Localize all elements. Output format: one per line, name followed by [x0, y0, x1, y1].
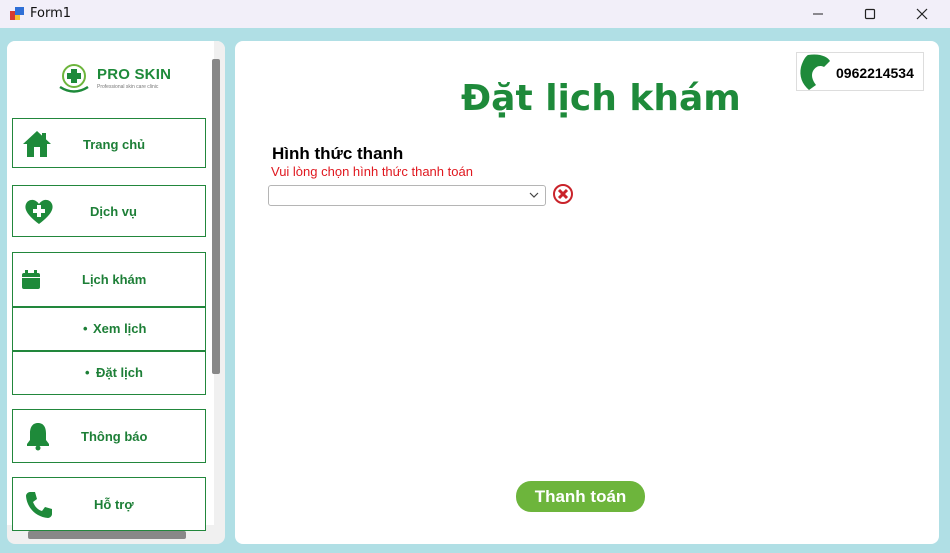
- hotline-box: 0962214534: [796, 52, 924, 91]
- maximize-button[interactable]: [847, 0, 893, 28]
- minimize-icon: [813, 13, 823, 15]
- clear-x-icon: [553, 184, 573, 204]
- sidebar-item-label: Trang chủ: [83, 137, 146, 152]
- bullet-icon: •: [83, 321, 88, 336]
- horizontal-scrollbar-thumb[interactable]: [28, 531, 186, 539]
- sidebar-item-trang-chu[interactable]: Trang chủ: [12, 118, 206, 168]
- bell-icon: [27, 423, 49, 451]
- maximize-icon: [864, 8, 876, 20]
- logo-name: PRO SKIN: [97, 66, 172, 83]
- sidebar-content: PRO SKIN Professional skin care clinic T…: [7, 41, 214, 531]
- hotline-phone-icon: [800, 54, 830, 90]
- bullet-icon: •: [85, 365, 90, 380]
- calendar-icon: [22, 270, 40, 289]
- payment-error-message: Vui lòng chọn hình thức thanh toán: [271, 164, 473, 179]
- app-icon: [10, 7, 24, 20]
- title-bar: Form1: [0, 0, 950, 28]
- minimize-button[interactable]: [795, 0, 841, 28]
- heart-plus-icon: [25, 199, 53, 224]
- sidebar-item-label: Lịch khám: [82, 272, 147, 287]
- sidebar-subitem-dat-lich[interactable]: • Đặt lịch: [12, 351, 206, 395]
- payment-method-label: Hình thức thanh: [272, 144, 404, 163]
- sidebar-item-ho-tro[interactable]: Hỗ trợ: [12, 477, 206, 531]
- sidebar-subitem-xem-lich[interactable]: • Xem lịch: [12, 307, 206, 351]
- close-button[interactable]: [899, 0, 945, 28]
- home-icon: [23, 131, 51, 157]
- vertical-scrollbar-thumb[interactable]: [212, 59, 220, 374]
- sidebar-item-lich-kham[interactable]: Lịch khám: [12, 252, 206, 307]
- sidebar-item-label: Đặt lịch: [96, 365, 143, 380]
- checkout-button[interactable]: Thanh toán: [516, 481, 645, 512]
- logo: PRO SKIN Professional skin care clinic: [57, 63, 187, 97]
- clear-selection-button[interactable]: [551, 183, 575, 205]
- sidebar-item-label: Hỗ trợ: [94, 497, 134, 512]
- window-title: Form1: [30, 6, 72, 21]
- sidebar-item-dich-vu[interactable]: Dịch vụ: [12, 185, 206, 237]
- payment-method-select[interactable]: [268, 185, 546, 206]
- sidebar-item-label: Thông báo: [81, 429, 148, 444]
- sidebar-item-thong-bao[interactable]: Thông báo: [12, 409, 206, 463]
- phone-icon: [26, 492, 52, 518]
- chevron-down-icon: [529, 192, 539, 198]
- page-title: Đặt lịch khám: [461, 78, 741, 119]
- close-icon: [916, 8, 928, 20]
- logo-tagline: Professional skin care clinic: [97, 84, 159, 90]
- sidebar-item-label: Xem lịch: [93, 321, 147, 336]
- hotline-number: 0962214534: [836, 65, 914, 81]
- sidebar-item-label: Dịch vụ: [90, 204, 137, 219]
- sidebar: PRO SKIN Professional skin care clinic T…: [7, 41, 225, 544]
- clinic-cross-icon: [59, 64, 89, 93]
